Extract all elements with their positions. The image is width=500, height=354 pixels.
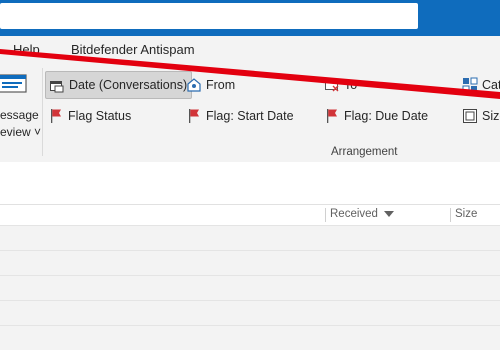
column-received-label: Received xyxy=(330,208,378,220)
arrange-categories[interactable]: Cat xyxy=(462,72,500,98)
arrange-flag-status-label: Flag Status xyxy=(68,109,132,123)
red-flag-icon xyxy=(51,109,61,123)
arrange-categories-label: Cat xyxy=(482,78,500,92)
list-row[interactable] xyxy=(0,225,500,250)
sort-descending-icon xyxy=(383,211,394,217)
menu-bitdefender-antispam[interactable]: Bitdefender Antispam xyxy=(71,42,195,57)
arrange-flag-start-date-label: Flag: Start Date xyxy=(206,109,294,123)
from-contact-icon xyxy=(187,78,201,92)
ribbon-separator xyxy=(42,68,43,156)
arrange-size[interactable]: Size xyxy=(462,103,500,129)
column-separator xyxy=(450,208,451,222)
search-box[interactable] xyxy=(0,3,418,29)
menu-help[interactable]: Help xyxy=(13,42,40,57)
arrange-flag-status[interactable]: Flag Status xyxy=(48,103,131,129)
size-icon xyxy=(463,109,477,123)
arrange-from[interactable]: From xyxy=(186,72,235,98)
calendar-conversation-icon xyxy=(50,81,64,93)
to-recipient-icon xyxy=(325,80,339,92)
arrange-date-conversations-label: Date (Conversations) xyxy=(69,78,188,92)
title-bar xyxy=(0,0,500,36)
message-preview-button[interactable]: essage eview ˅ xyxy=(0,68,44,142)
arrange-to-label: To xyxy=(344,78,358,92)
message-preview-icon xyxy=(0,74,27,93)
column-separator xyxy=(325,208,326,222)
list-row[interactable] xyxy=(0,250,500,275)
arrange-size-label: Size xyxy=(482,109,500,123)
column-size-label[interactable]: Size xyxy=(455,208,477,220)
red-flag-icon xyxy=(327,109,337,123)
red-flag-icon xyxy=(189,109,199,123)
arrange-date-conversations[interactable]: Date (Conversations) xyxy=(45,71,193,99)
column-received[interactable]: Received xyxy=(330,208,394,220)
message-preview-label-1: essage xyxy=(0,108,39,122)
message-preview-label-2: eview ˅ xyxy=(0,125,42,139)
list-row[interactable] xyxy=(0,325,500,350)
arrange-flag-start-date[interactable]: Flag: Start Date xyxy=(186,103,294,129)
categories-icon xyxy=(462,77,478,93)
list-row[interactable] xyxy=(0,300,500,325)
ribbon: essage eview ˅ Date (Conversations) From… xyxy=(0,64,500,163)
arrange-from-label: From xyxy=(206,78,236,92)
message-list-header: Received Size xyxy=(0,204,500,225)
arrange-to[interactable]: To xyxy=(324,72,357,98)
arrange-flag-due-date[interactable]: Flag: Due Date xyxy=(324,103,428,129)
menu-bar: Help Bitdefender Antispam xyxy=(0,36,500,64)
arrange-flag-due-date-label: Flag: Due Date xyxy=(344,109,429,123)
arrangement-group-label: Arrangement xyxy=(331,146,398,158)
list-row[interactable] xyxy=(0,275,500,300)
